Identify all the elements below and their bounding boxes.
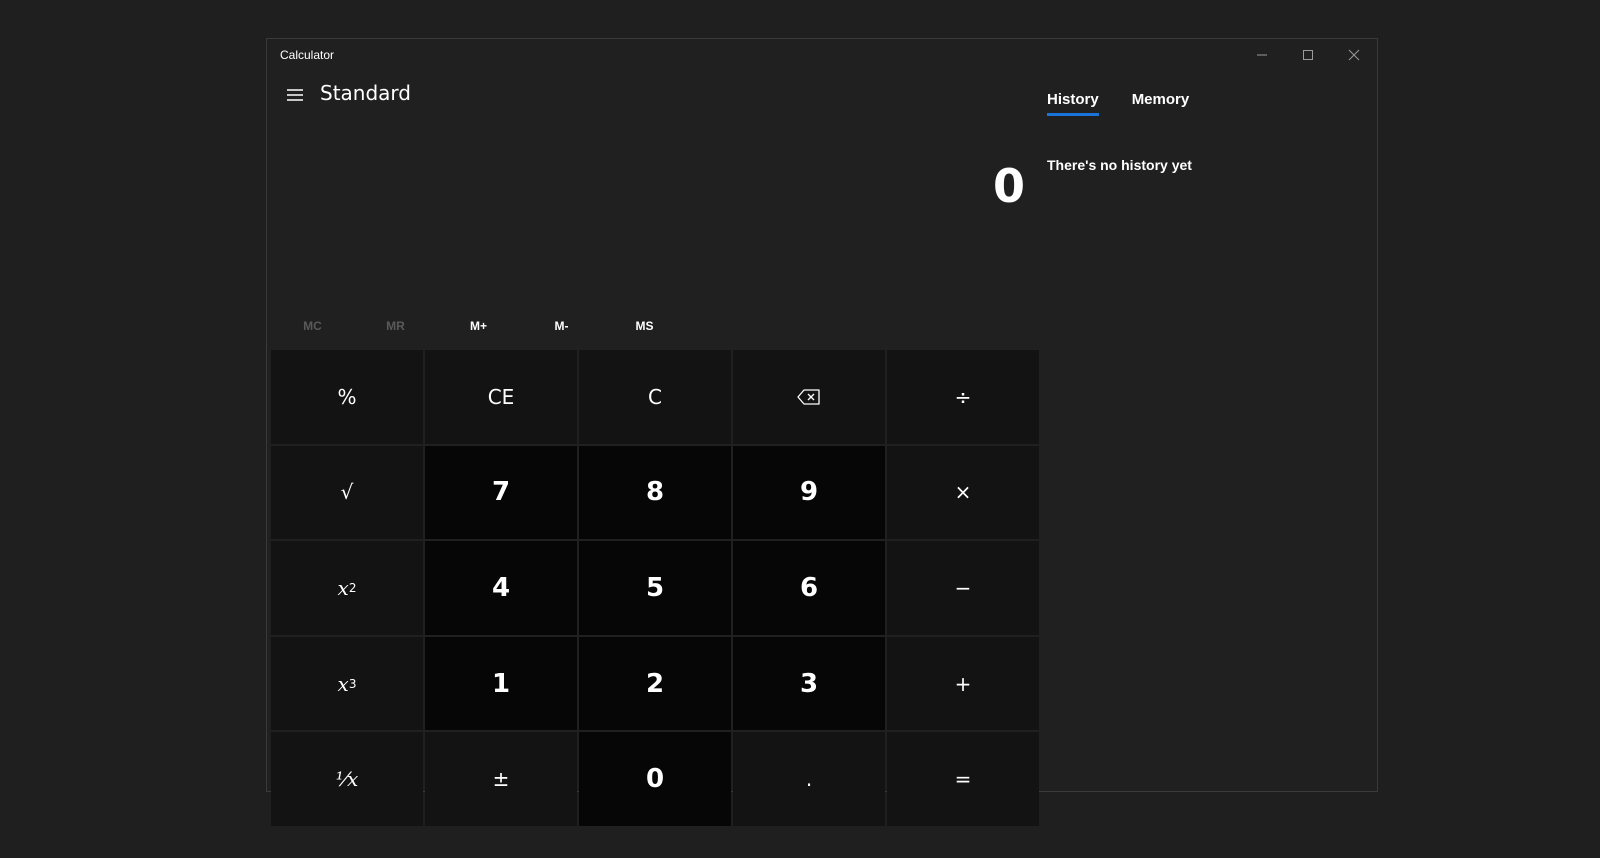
digit-7-button[interactable]: 7 [425,445,577,540]
hamburger-icon [287,89,303,101]
minus-button[interactable]: − [887,541,1039,635]
divide-button[interactable]: ÷ [887,350,1039,444]
reciprocal-button[interactable]: ⅟x [271,732,423,826]
history-panel: History Memory There's no history yet [1039,71,1377,791]
panel-tabs: History Memory [1047,91,1222,116]
memory-recall-button[interactable]: MR [354,305,437,347]
close-button[interactable] [1331,39,1377,71]
mode-header: Standard [267,71,1027,119]
square-button[interactable]: x2 [271,541,423,635]
memory-add-button[interactable]: M+ [437,305,520,347]
maximize-button[interactable] [1285,39,1331,71]
decimal-button[interactable]: . [733,732,885,826]
memory-subtract-button[interactable]: M- [520,305,603,347]
navigation-menu-button[interactable] [275,77,315,113]
backspace-icon [797,389,820,405]
square-exponent: 2 [348,580,357,595]
cube-exponent: 3 [348,676,357,691]
digit-8-button[interactable]: 8 [579,445,731,540]
digit-5-button[interactable]: 5 [579,541,731,635]
digit-1-button[interactable]: 1 [425,636,577,731]
mode-title: Standard [320,81,411,105]
multiply-button[interactable]: × [887,445,1039,540]
percent-button[interactable]: % [271,350,423,444]
square-base: x [337,575,349,600]
digit-6-button[interactable]: 6 [733,541,885,635]
digit-2-button[interactable]: 2 [579,636,731,731]
app-title: Calculator [280,48,335,62]
clear-button[interactable]: C [579,350,731,444]
tab-history[interactable]: History [1047,91,1099,116]
keypad: % CE C ÷ √ 7 8 9 × x2 4 5 6 − x3 1 2 3 + [271,350,1039,826]
calculator-window: Calculator Standard 0 MC MR M+ M- MS % C… [266,38,1378,826]
cube-base: x [337,671,349,696]
square-root-button[interactable]: √ [271,445,423,540]
digit-9-button[interactable]: 9 [733,445,885,540]
digit-3-button[interactable]: 3 [733,636,885,731]
maximize-icon [1303,50,1313,60]
reciprocal-label: ⅟x [335,767,359,792]
window-controls [1239,39,1377,71]
backspace-button[interactable] [733,350,885,444]
title-bar: Calculator [267,39,1377,71]
result-display: 0 [992,159,1025,213]
empty-history-message: There's no history yet [1047,157,1192,173]
plus-button[interactable]: + [887,636,1039,731]
equals-button[interactable]: = [887,732,1039,826]
close-icon [1348,49,1360,61]
negate-button[interactable]: ± [425,732,577,826]
clear-entry-button[interactable]: CE [425,350,577,444]
minimize-button[interactable] [1239,39,1285,71]
memory-buttons: MC MR M+ M- MS [271,305,686,347]
memory-clear-button[interactable]: MC [271,305,354,347]
digit-0-button[interactable]: 0 [579,732,731,826]
minimize-icon [1257,54,1267,56]
memory-store-button[interactable]: MS [603,305,686,347]
digit-4-button[interactable]: 4 [425,541,577,635]
cube-button[interactable]: x3 [271,636,423,731]
tab-memory[interactable]: Memory [1132,91,1190,116]
